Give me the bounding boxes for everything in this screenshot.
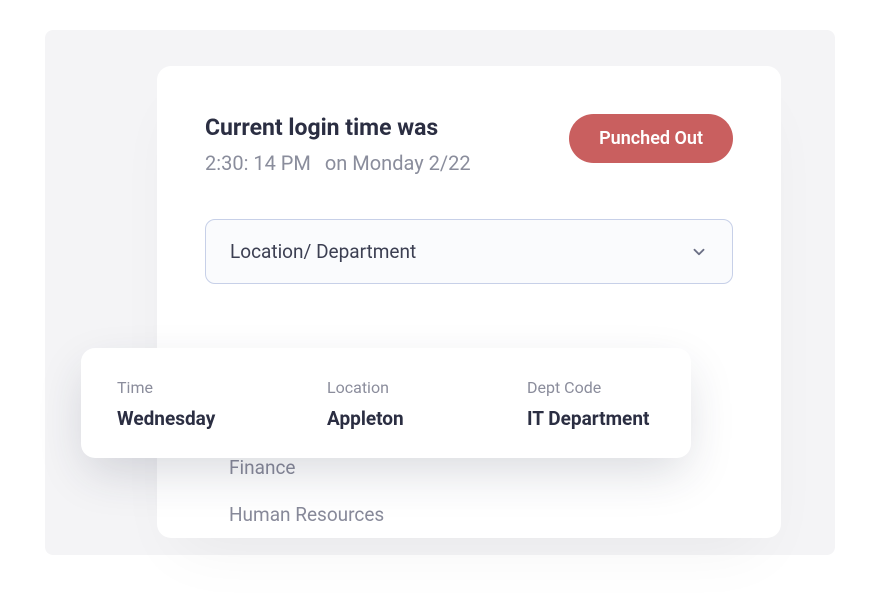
popover-col-location: Location Appleton — [327, 378, 467, 430]
login-date: on Monday 2/22 — [325, 151, 471, 175]
punch-status-badge[interactable]: Punched Out — [569, 114, 733, 163]
detail-popover: Time Wednesday Location Appleton Dept Co… — [81, 348, 691, 458]
card-header: Current login time was 2:30: 14 PM on Mon… — [205, 114, 733, 175]
header-text-block: Current login time was 2:30: 14 PM on Mon… — [205, 114, 471, 175]
popover-value-deptcode: IT Department — [527, 407, 655, 430]
option-human-resources[interactable]: Human Resources — [205, 491, 733, 538]
popover-col-time: Time Wednesday — [117, 378, 267, 430]
chevron-down-icon — [690, 243, 708, 261]
dropdown-label: Location/ Department — [230, 240, 416, 263]
login-subtitle: 2:30: 14 PM on Monday 2/22 — [205, 151, 471, 175]
popover-value-time: Wednesday — [117, 407, 267, 430]
popover-value-location: Appleton — [327, 407, 467, 430]
login-card: Current login time was 2:30: 14 PM on Mon… — [157, 66, 781, 538]
popover-label-deptcode: Dept Code — [527, 378, 655, 397]
popover-label-location: Location — [327, 378, 467, 397]
background-panel: Current login time was 2:30: 14 PM on Mon… — [45, 30, 835, 555]
popover-label-time: Time — [117, 378, 267, 397]
login-title: Current login time was — [205, 114, 471, 141]
popover-col-deptcode: Dept Code IT Department — [527, 378, 655, 430]
login-time: 2:30: 14 PM — [205, 151, 311, 175]
location-department-dropdown[interactable]: Location/ Department — [205, 219, 733, 284]
